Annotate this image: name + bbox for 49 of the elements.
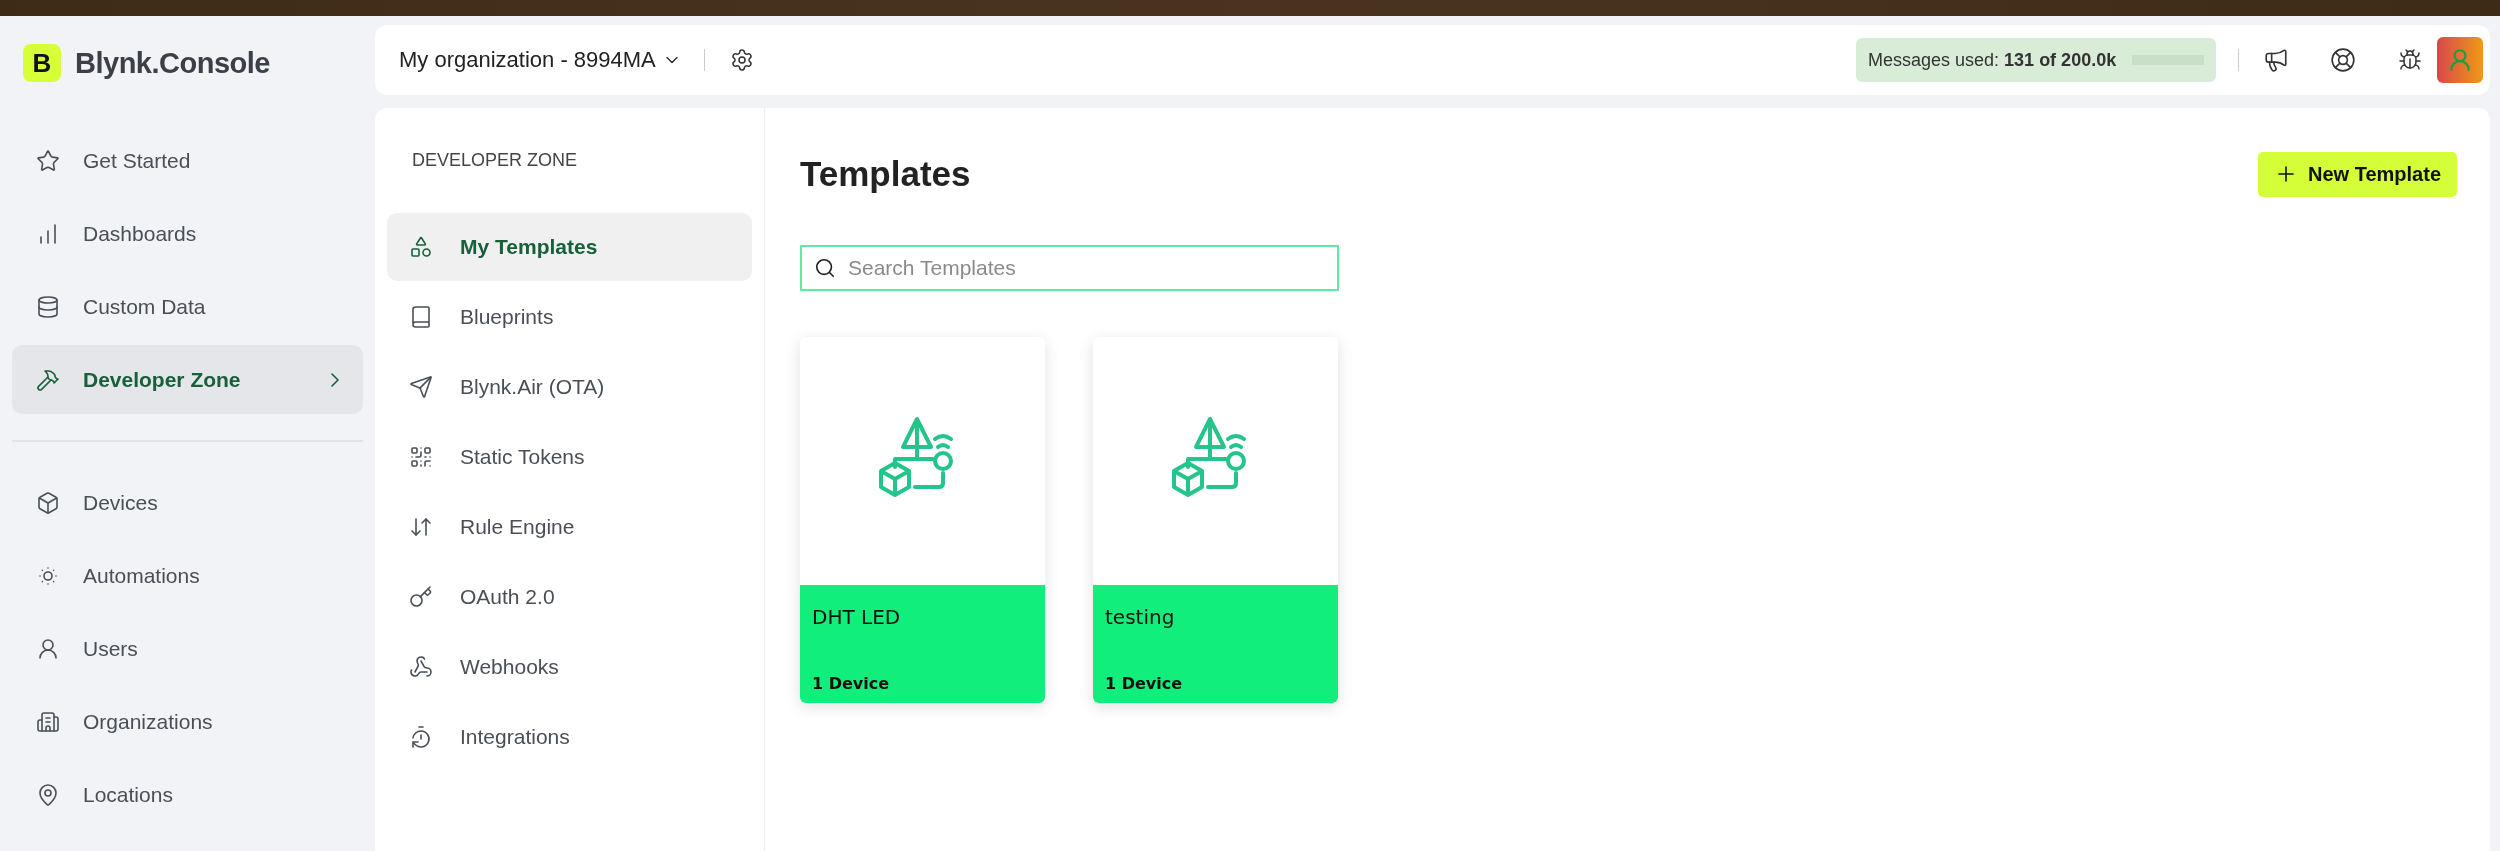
sidebar-item[interactable]: Automations [12,541,363,610]
template-card[interactable]: DHT LED 1 Device [800,337,1045,703]
timer-icon [409,725,433,749]
search-field[interactable]: Search Templates [800,245,1339,291]
organization-dropdown[interactable]: My organization - 8994MA [399,47,682,73]
device-count: 1 Device [1105,674,1184,693]
messages-usage-text: Messages used: 131 of 200.0k [1868,49,2117,71]
search-icon [814,257,836,279]
sidebar-item[interactable]: Custom Data [12,272,363,341]
menu-item[interactable]: Blynk.Air (OTA) [387,353,752,421]
template-name: DHT LED [812,605,902,629]
building-icon [36,709,60,734]
webhook-icon [409,655,433,679]
book-icon [409,305,433,329]
logo-mark: B [23,44,61,82]
map-pin-icon [36,782,60,807]
app-name: Blynk.Console [75,46,270,80]
sidebar-item[interactable]: Devices [12,468,363,537]
menu-item[interactable]: Rule Engine [387,493,752,561]
cube-icon [36,490,60,515]
key-icon [409,585,433,609]
arrows-icon [409,515,433,539]
sidebar-item[interactable]: Get Started [12,126,363,195]
device-count: 1 Device [812,674,891,693]
menu-item[interactable]: My Templates [387,213,752,281]
page-title: Templates [800,154,971,194]
lifebuoy-button[interactable] [2328,45,2358,75]
database-icon [36,294,60,319]
star-icon [36,148,60,173]
shapes-icon [409,235,433,259]
user-icon [2447,47,2473,73]
user-icon [36,636,60,661]
menu-item[interactable]: OAuth 2.0 [387,563,752,631]
sidebar-item[interactable]: Dashboards [12,199,363,268]
template-name: testing [1105,605,1176,629]
sidebar-item[interactable]: Users [12,614,363,683]
menu-item[interactable]: Blueprints [387,283,752,351]
section-title: DEVELOPER ZONE [411,149,579,172]
template-card[interactable]: testing 1 Device [1093,337,1338,703]
sidebar-item[interactable]: Developer Zone [12,345,363,414]
sidebar-item[interactable]: Organizations [12,687,363,756]
menu-item[interactable]: Static Tokens [387,423,752,491]
sidebar-item[interactable]: Locations [12,760,363,829]
new-template-button[interactable]: New Template [2258,151,2457,197]
paper-plane-icon [409,375,433,399]
qr-code-icon [409,445,433,469]
hammer-icon [36,367,60,392]
menu-item[interactable]: Integrations [387,703,752,771]
menu-item[interactable]: Webhooks [387,633,752,701]
